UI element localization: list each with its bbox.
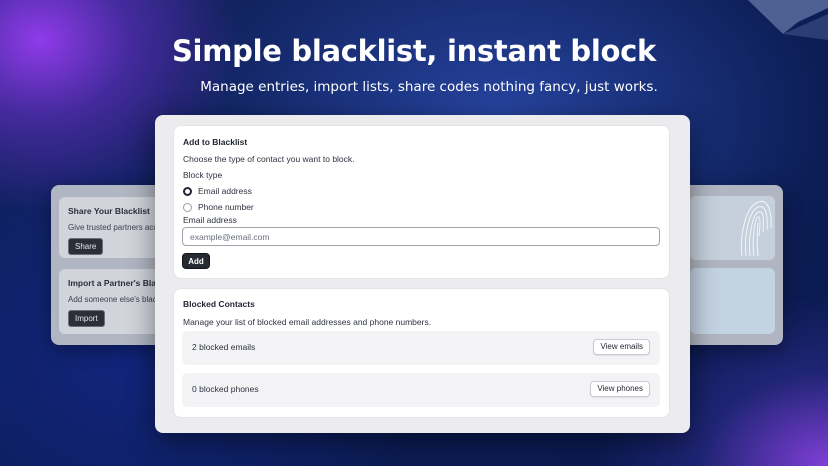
radio-email[interactable] bbox=[183, 186, 192, 196]
radio-option-phone[interactable]: Phone number bbox=[183, 202, 254, 212]
import-button[interactable]: Import bbox=[68, 310, 105, 327]
share-button[interactable]: Share bbox=[68, 238, 104, 255]
block-type-label: Block type bbox=[183, 170, 223, 180]
blocked-contacts-card: Blocked Contacts Manage your list of blo… bbox=[174, 289, 669, 417]
fingerprint-icon bbox=[741, 200, 772, 257]
add-card-title: Add to Blacklist bbox=[183, 137, 248, 147]
radio-phone-label: Phone number bbox=[198, 202, 254, 212]
email-input-placeholder: example@email.com bbox=[190, 232, 270, 242]
add-card-description: Choose the type of contact you want to b… bbox=[183, 154, 355, 164]
blocked-emails-row: 2 blocked emails View emails bbox=[182, 331, 660, 365]
radio-phone[interactable] bbox=[183, 202, 192, 212]
view-emails-button[interactable]: View emails bbox=[593, 339, 650, 355]
view-phones-button[interactable]: View phones bbox=[590, 381, 650, 397]
background-right-card bbox=[690, 268, 775, 334]
blocked-phones-row: 0 blocked phones View phones bbox=[182, 373, 660, 407]
email-field-label: Email address bbox=[183, 215, 237, 225]
blocked-card-description: Manage your list of blocked email addres… bbox=[183, 317, 432, 327]
blocked-emails-count: 2 blocked emails bbox=[192, 342, 256, 352]
add-to-blacklist-card: Add to Blacklist Choose the type of cont… bbox=[174, 126, 669, 278]
radio-email-label: Email address bbox=[198, 186, 252, 196]
hero-title: Simple blacklist, instant block bbox=[171, 34, 657, 68]
hero-subtitle: Manage entries, import lists, share code… bbox=[200, 79, 658, 95]
add-button[interactable]: Add bbox=[182, 253, 210, 269]
email-input[interactable]: example@email.com bbox=[182, 227, 660, 246]
radio-option-email[interactable]: Email address bbox=[183, 186, 252, 196]
blocked-phones-count: 0 blocked phones bbox=[192, 384, 259, 394]
blocked-card-title: Blocked Contacts bbox=[183, 299, 255, 309]
